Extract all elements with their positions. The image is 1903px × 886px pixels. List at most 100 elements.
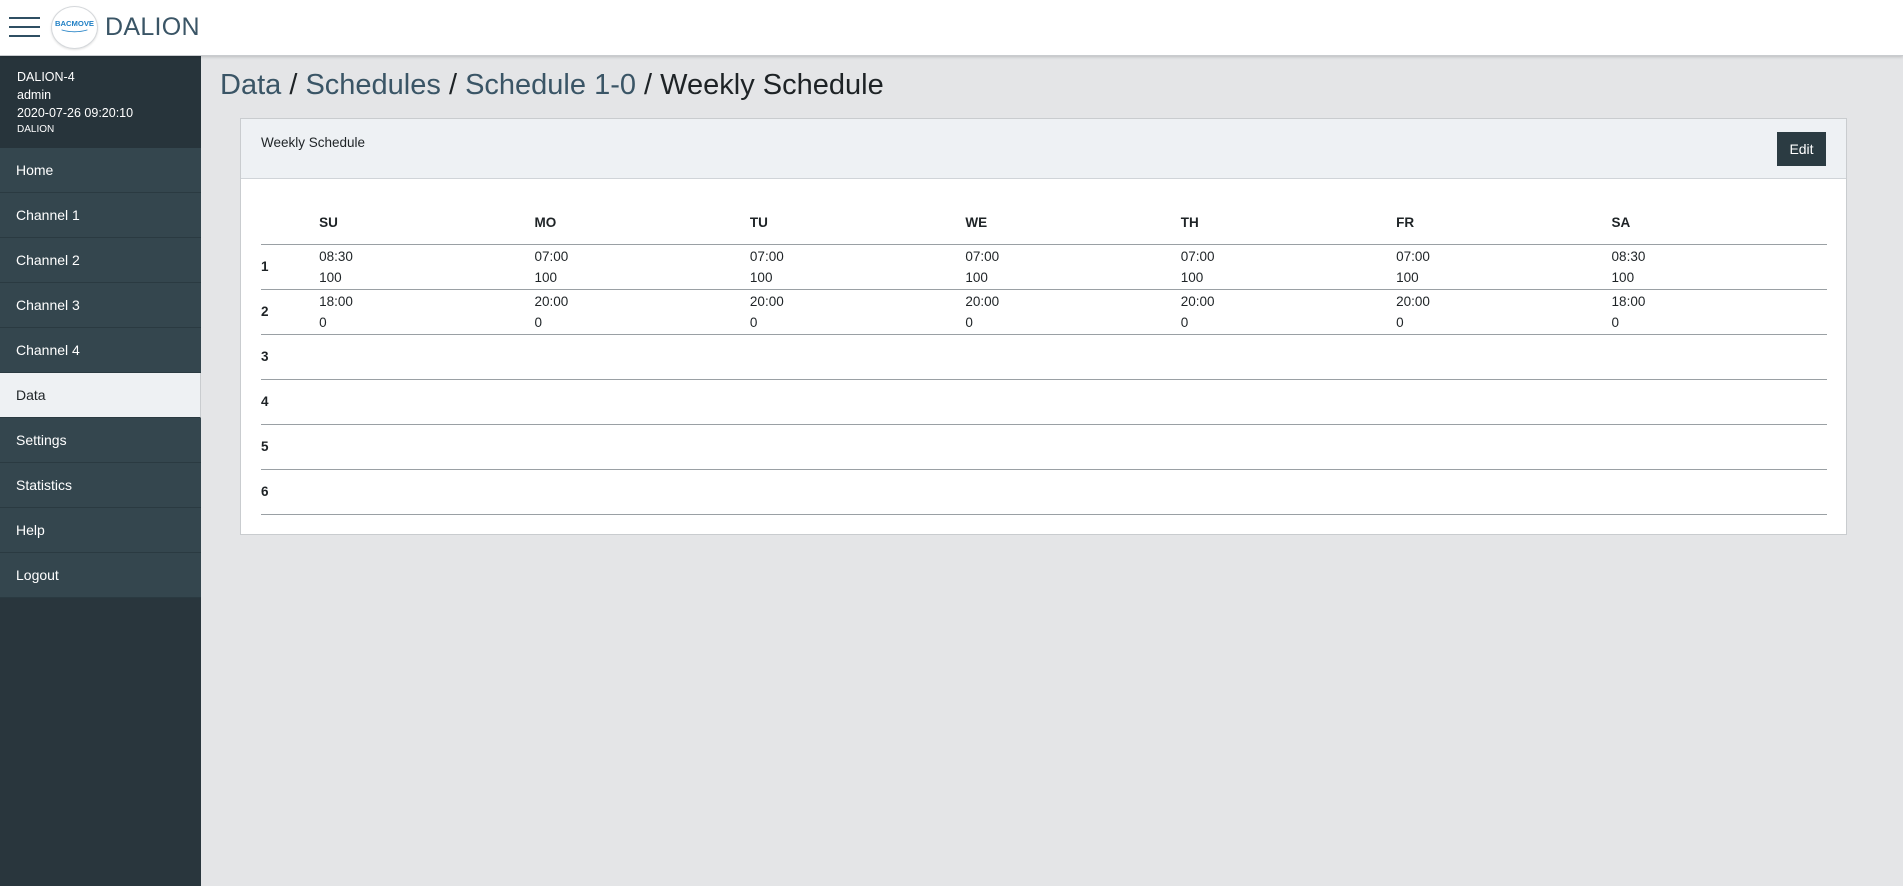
- logo-svg: BACMOVE: [55, 19, 94, 33]
- sidebar: DALION-4 admin 2020-07-26 09:20:10 DALIO…: [0, 56, 201, 886]
- schedule-cell: 20:00 0: [534, 289, 750, 335]
- schedule-time: 08:30: [1611, 248, 1646, 264]
- breadcrumb-separator: /: [644, 69, 653, 101]
- schedule-value: 0: [1611, 314, 1620, 330]
- schedule-cell: [1611, 334, 1827, 380]
- schedule-cell: [1180, 469, 1397, 515]
- schedule-cell: 20:00 0: [1180, 289, 1397, 335]
- schedule-cell: 20:00 0: [749, 289, 966, 335]
- schedule-value: 100: [319, 269, 342, 285]
- schedule-cell: 08:30 100: [319, 244, 535, 290]
- table-row: 1 08:30 100 07:00 100 07:00 100 07:00 100 07:00 10…: [261, 244, 1827, 290]
- schedule-cell: [749, 379, 966, 425]
- schedule-value: 0: [534, 314, 543, 330]
- table-row: 6: [261, 469, 1827, 515]
- logo-swoosh: [61, 29, 88, 33]
- sidebar-item-data[interactable]: Data: [0, 373, 201, 418]
- schedule-cell: [319, 424, 535, 470]
- schedule-table: SU MO TU WE TH FR SA 1 08:30 100 07:00 100 07:00 100…: [261, 201, 1827, 515]
- edit-button[interactable]: Edit: [1777, 132, 1826, 166]
- schedule-cell: 07:00 100: [965, 244, 1181, 290]
- breadcrumb-current: Weekly Schedule: [660, 69, 884, 101]
- schedule-time: 07:00: [749, 248, 784, 264]
- schedule-cell: [749, 469, 966, 515]
- table-row: 2 18:00 0 20:00 0 20:00 0 20:00 0 20:00 0 20:00 0 18:…: [261, 289, 1827, 335]
- schedule-time: 18:00: [319, 293, 353, 309]
- schedule-time: 20:00: [1180, 293, 1215, 309]
- schedule-value: 100: [534, 269, 558, 285]
- app-title: DALION: [105, 13, 200, 41]
- schedule-cell: 07:00 100: [749, 244, 966, 290]
- day-header-fr: FR: [1396, 201, 1612, 245]
- schedule-cell: 20:00 0: [965, 289, 1181, 335]
- schedule-value: 0: [1396, 314, 1404, 330]
- schedule-time: 07:00: [1396, 248, 1430, 264]
- schedule-time: 07:00: [1180, 248, 1215, 264]
- hamburger-line: [9, 26, 40, 28]
- breadcrumb-data[interactable]: Data: [220, 69, 281, 101]
- schedule-value: 100: [1396, 269, 1419, 285]
- day-header-mo: MO: [534, 201, 750, 245]
- schedule-time: 07:00: [965, 248, 1000, 264]
- device-datetime: 2020-07-26 09:20:10: [17, 106, 134, 120]
- sidebar-item-help[interactable]: Help: [0, 508, 201, 553]
- sidebar-item-statistics[interactable]: Statistics: [0, 463, 201, 508]
- schedule-cell: [319, 469, 535, 515]
- sidebar-item-settings[interactable]: Settings: [0, 418, 201, 463]
- breadcrumb-schedules[interactable]: Schedules: [305, 69, 440, 101]
- schedule-cell: 18:00 0: [319, 289, 535, 335]
- schedule-value: 0: [965, 314, 973, 330]
- hamburger-line: [9, 17, 40, 19]
- schedule-cell: [965, 424, 1181, 470]
- weekly-schedule-card: Weekly Schedule Edit SU MO TU WE TH FR SA 1 08:…: [240, 118, 1847, 535]
- schedule-cell: [534, 379, 750, 425]
- schedule-cell: [1180, 334, 1397, 380]
- schedule-cell: [534, 469, 750, 515]
- sidebar-item-channel-3[interactable]: Channel 3: [0, 283, 201, 328]
- schedule-cell: [749, 334, 966, 380]
- schedule-cell: [1180, 379, 1397, 425]
- device-name: DALION-4: [17, 70, 75, 84]
- schedule-value: 0: [319, 314, 327, 330]
- schedule-cell: 07:00 100: [534, 244, 750, 290]
- schedule-cell: [1396, 469, 1612, 515]
- schedule-cell: [965, 469, 1181, 515]
- sidebar-item-channel-1[interactable]: Channel 1: [0, 193, 201, 238]
- device-info: DALION-4 admin 2020-07-26 09:20:10 DALIO…: [0, 56, 201, 148]
- top-bar: BACMOVE DALION: [0, 0, 1903, 56]
- hamburger-line: [9, 35, 40, 37]
- hamburger-menu-icon[interactable]: [9, 16, 40, 38]
- schedule-cell: [1396, 424, 1612, 470]
- breadcrumb-schedule-1-0[interactable]: Schedule 1-0: [465, 69, 636, 101]
- sidebar-item-logout[interactable]: Logout: [0, 553, 201, 598]
- row-number: 5: [261, 424, 320, 470]
- schedule-cell: [965, 334, 1181, 380]
- sidebar-item-channel-2[interactable]: Channel 2: [0, 238, 201, 283]
- row-number: 3: [261, 334, 320, 380]
- row-number: 4: [261, 379, 320, 425]
- schedule-value: 100: [749, 269, 773, 285]
- table-row: 5: [261, 424, 1827, 470]
- schedule-cell: [1396, 379, 1612, 425]
- schedule-table-body: 1 08:30 100 07:00 100 07:00 100 07:00 100 07:00 10…: [261, 244, 1827, 515]
- card-title: Weekly Schedule: [261, 135, 366, 150]
- day-header-tu: TU: [749, 201, 966, 245]
- sidebar-item-channel-4[interactable]: Channel 4: [0, 328, 201, 373]
- day-header-th: TH: [1180, 201, 1397, 245]
- schedule-value: 0: [1180, 314, 1189, 330]
- device-model: DALION: [17, 124, 55, 135]
- schedule-table-head: SU MO TU WE TH FR SA: [261, 201, 1827, 245]
- schedule-cell: 08:30 100: [1611, 244, 1827, 290]
- schedule-cell: 18:00 0: [1611, 289, 1827, 335]
- schedule-value: 0: [749, 314, 758, 330]
- day-header-su: SU: [319, 201, 535, 245]
- schedule-cell: [1611, 469, 1827, 515]
- schedule-time: 20:00: [534, 293, 569, 309]
- row-number: 2: [261, 289, 320, 335]
- breadcrumb-separator: /: [448, 69, 458, 101]
- schedule-cell: [319, 379, 535, 425]
- schedule-time: 20:00: [1396, 293, 1430, 309]
- row-number: 6: [261, 469, 320, 515]
- sidebar-item-home[interactable]: Home: [0, 148, 201, 193]
- day-header-sa: SA: [1611, 201, 1827, 245]
